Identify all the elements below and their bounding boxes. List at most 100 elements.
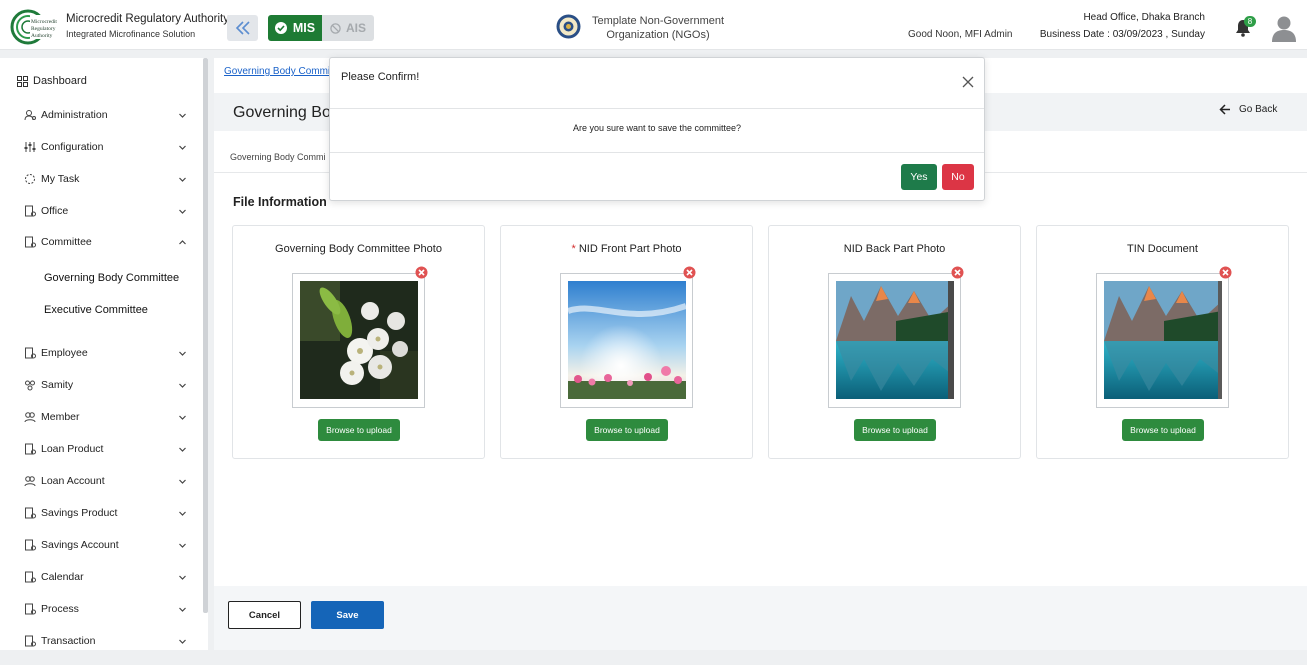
sidebar-item-savings-product[interactable]: Savings Product xyxy=(0,503,200,523)
sidebar-item-savings-account[interactable]: Savings Account xyxy=(0,535,200,555)
save-button[interactable]: Save xyxy=(311,601,384,629)
business-date: Business Date : 03/09/2023 , Sunday xyxy=(1039,29,1205,40)
arrow-left-icon xyxy=(1219,104,1230,115)
chevron-down-icon xyxy=(179,543,186,548)
cancel-button[interactable]: Cancel xyxy=(228,601,301,629)
sidebar-item-calendar[interactable]: Calendar xyxy=(0,567,200,587)
sidebar-item-configuration[interactable]: Configuration xyxy=(0,137,200,157)
section-title: File Information xyxy=(233,195,327,209)
sidebar-item-label: Process xyxy=(41,603,79,615)
users-cog-icon xyxy=(24,110,36,121)
chevron-down-icon xyxy=(179,575,186,580)
yes-button[interactable]: Yes xyxy=(901,164,937,190)
photo-frame xyxy=(292,273,425,408)
remove-file-icon[interactable] xyxy=(1219,266,1232,279)
divider xyxy=(330,152,984,153)
sidebar-item-member[interactable]: Member xyxy=(0,407,200,427)
sidebar-item-samity[interactable]: Samity xyxy=(0,375,200,395)
chevron-down-icon xyxy=(179,351,186,356)
sky-flowers-photo xyxy=(568,281,686,399)
sidebar-item-label: Samity xyxy=(41,379,74,391)
sidebar-item-loan-account[interactable]: Loan Account xyxy=(0,471,200,491)
sidebar-item-label: Administration xyxy=(41,109,108,121)
sidebar-item-label: Dashboard xyxy=(33,75,87,87)
upload-card-title: Governing Body Committee Photo xyxy=(275,243,442,255)
chevron-down-icon xyxy=(179,209,186,214)
sidebar-item-label: Employee xyxy=(41,347,88,359)
sidebar-subitem-executive-committee[interactable]: Executive Committee xyxy=(44,304,148,316)
user-avatar[interactable] xyxy=(1271,15,1297,42)
sliders-icon xyxy=(24,142,36,152)
group-icon xyxy=(25,380,35,391)
sidebar-item-label: Transaction xyxy=(41,635,96,647)
browse-upload-button[interactable]: Browse to upload xyxy=(854,419,936,441)
chevron-down-icon xyxy=(179,639,186,644)
sidebar-subitem-governing-body-committee[interactable]: Governing Body Committee xyxy=(44,272,179,284)
sidebar-item-label: Member xyxy=(41,411,80,423)
account-icon xyxy=(24,476,36,487)
notification-badge: 8 xyxy=(1244,16,1256,27)
browse-upload-button[interactable]: Browse to upload xyxy=(1122,419,1204,441)
calendar-icon xyxy=(25,571,36,583)
upload-card-title: NID Back Part Photo xyxy=(843,243,946,255)
go-back-button[interactable]: Go Back xyxy=(1219,104,1277,115)
document-icon xyxy=(25,507,36,519)
remove-file-icon[interactable] xyxy=(415,266,428,279)
ban-icon xyxy=(330,22,341,34)
chevron-down-icon xyxy=(179,177,186,182)
upload-card-nid-back: NID Back Part Photo Browse to upload xyxy=(768,225,1021,459)
transaction-icon xyxy=(25,635,36,647)
sidebar-item-process[interactable]: Process xyxy=(0,599,200,619)
browse-upload-button[interactable]: Browse to upload xyxy=(318,419,400,441)
sidebar-item-office[interactable]: Office xyxy=(0,201,200,221)
ais-toggle-button[interactable]: AIS xyxy=(322,15,374,41)
close-icon[interactable] xyxy=(962,76,974,88)
organization-name: Template Non-Government Organization (NG… xyxy=(591,15,725,41)
svg-text:Authority: Authority xyxy=(31,33,53,39)
chevron-down-icon xyxy=(179,415,186,420)
mis-toggle-button[interactable]: MIS xyxy=(268,15,322,41)
sidebar-scrollbar[interactable] xyxy=(203,58,208,613)
sidebar-item-transaction[interactable]: Transaction xyxy=(0,631,200,651)
branch-name: Head Office, Dhaka Branch xyxy=(1083,12,1205,23)
sidebar-item-employee[interactable]: Employee xyxy=(0,343,200,363)
sidebar-item-committee[interactable]: Committee xyxy=(0,232,200,252)
task-circle-icon xyxy=(25,174,35,184)
white-blossom-photo xyxy=(300,281,418,399)
remove-file-icon[interactable] xyxy=(951,266,964,279)
required-asterisk: * xyxy=(571,243,579,255)
remove-file-icon[interactable] xyxy=(683,266,696,279)
mountain-lake-photo xyxy=(836,281,954,399)
members-icon xyxy=(24,412,36,423)
upload-card-title-text: NID Front Part Photo xyxy=(578,243,682,255)
sidebar-item-label: Loan Product xyxy=(41,443,104,455)
sidebar-item-dashboard[interactable]: Dashboard xyxy=(17,75,87,87)
mra-logo: Microcredit Regulatory Authority xyxy=(10,9,60,45)
sub-breadcrumb: Governing Body Commi xyxy=(230,152,326,162)
employee-icon xyxy=(25,347,36,359)
process-icon xyxy=(25,603,36,615)
dialog-title: Please Confirm! xyxy=(341,71,420,83)
upload-card-committee-photo: Governing Body Committee Photo Browse to… xyxy=(232,225,485,459)
svg-text:Regulatory: Regulatory xyxy=(31,26,56,32)
page-title: Governing Bo xyxy=(233,104,331,121)
sidebar-item-administration[interactable]: Administration xyxy=(0,105,200,125)
sidebar-item-loan-product[interactable]: Loan Product xyxy=(0,439,200,459)
ais-label: AIS xyxy=(345,21,366,35)
document-icon xyxy=(25,539,36,551)
committee-icon xyxy=(25,236,36,248)
sidebar-item-my-task[interactable]: My Task xyxy=(0,169,200,189)
sidebar-collapse-button[interactable] xyxy=(227,15,258,41)
upload-card-title: * NID Front Part Photo xyxy=(501,243,752,255)
greeting-text: Good Noon, MFI Admin xyxy=(908,29,1013,40)
chevron-down-icon xyxy=(179,511,186,516)
upload-card-nid-front: * NID Front Part Photo Browse to upload xyxy=(500,225,753,459)
browse-upload-button[interactable]: Browse to upload xyxy=(586,419,668,441)
chevron-down-icon xyxy=(179,145,186,150)
sidebar-item-label: Savings Product xyxy=(41,507,118,519)
breadcrumb-link[interactable]: Governing Body Commi xyxy=(224,66,330,77)
mountain-lake-photo xyxy=(1104,281,1222,399)
no-button[interactable]: No xyxy=(942,164,974,190)
double-chevron-left-icon xyxy=(235,21,250,35)
chevron-down-icon xyxy=(179,113,186,118)
